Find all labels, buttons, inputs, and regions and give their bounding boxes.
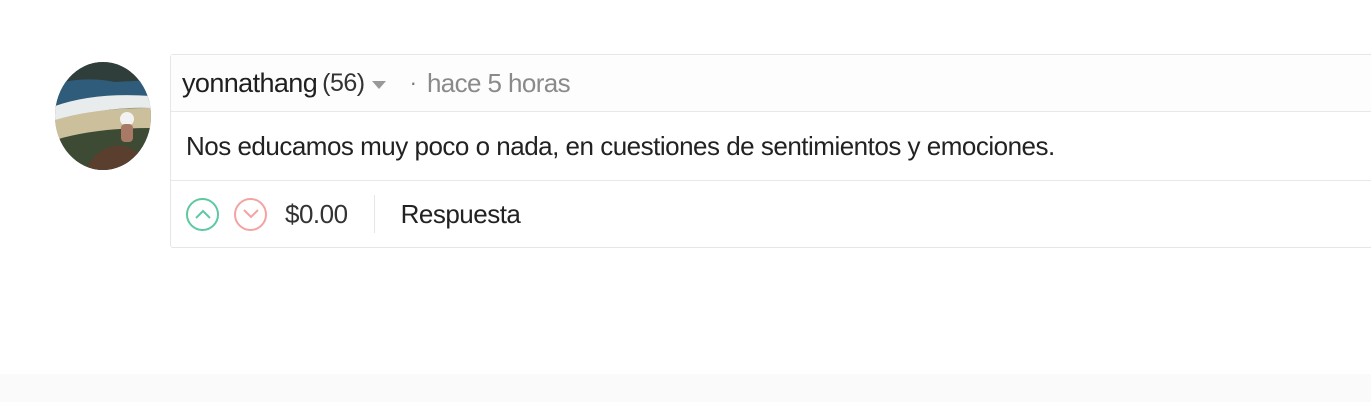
comment-body: Nos educamos muy poco o nada, en cuestio… — [171, 112, 1371, 181]
caret-down-icon[interactable] — [371, 81, 386, 89]
author-reputation: (56) — [322, 68, 365, 97]
upvote-button[interactable] — [186, 197, 219, 231]
comment-footer: $0.00 Respuesta — [171, 181, 1371, 247]
separator-dot: · — [409, 70, 417, 95]
downvote-button[interactable] — [234, 197, 267, 231]
payout-value[interactable]: $0.00 — [285, 199, 348, 230]
author-name[interactable]: yonnathang — [182, 68, 318, 99]
chevron-down-icon — [242, 209, 259, 219]
comment-text: Nos educamos muy poco o nada, en cuestio… — [186, 130, 1055, 161]
comment-header: yonnathang (56) · hace 5 horas — [171, 55, 1371, 112]
chevron-up-icon — [194, 209, 211, 219]
timestamp[interactable]: hace 5 horas — [427, 68, 571, 99]
reply-button[interactable]: Respuesta — [401, 199, 521, 230]
avatar-image — [55, 62, 151, 170]
page-bottom-band — [0, 374, 1371, 402]
avatar[interactable] — [55, 62, 151, 170]
comment-card: yonnathang (56) · hace 5 horas Nos educa… — [170, 54, 1371, 248]
footer-divider — [373, 195, 375, 233]
